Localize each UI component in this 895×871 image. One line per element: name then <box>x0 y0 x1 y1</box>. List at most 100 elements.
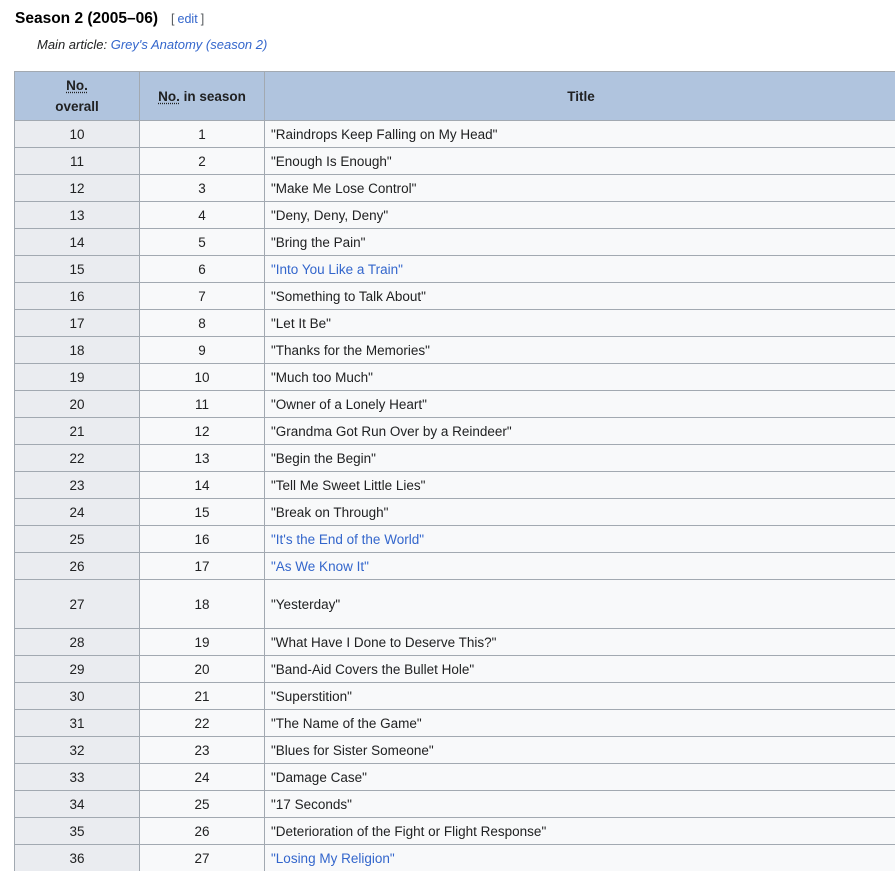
episode-number-overall: 20 <box>14 390 140 418</box>
section-heading-line: Season 2 (2005–06) [edit] <box>15 10 204 32</box>
table-row: 14 5 "Bring the Pain" <box>14 228 895 256</box>
episode-number-in-season: 21 <box>139 682 265 710</box>
table-row: 16 7 "Something to Talk About" <box>14 282 895 310</box>
edit-bracket-open: [ <box>171 12 175 26</box>
no-abbr-overall: No. <box>66 78 88 93</box>
episode-title-cell: "Something to Talk About" <box>264 282 895 310</box>
edit-section: [edit] <box>171 12 204 26</box>
episode-title: The Name of the Game <box>275 715 417 731</box>
episode-title: Losing My Religion <box>275 850 390 866</box>
episode-number-overall: 34 <box>14 790 140 818</box>
table-row: 22 13 "Begin the Begin" <box>14 444 895 472</box>
episode-title: Break on Through <box>275 504 384 520</box>
table-row: 11 2 "Enough Is Enough" <box>14 147 895 175</box>
episode-number-overall: 35 <box>14 817 140 845</box>
section-heading: Season 2 (2005–06) <box>15 10 159 27</box>
table-row: 35 26 "Deterioration of the Fight or Fligh… <box>14 817 895 845</box>
episode-number-overall: 10 <box>14 120 140 148</box>
episode-title-link[interactable]: "Losing My Religion" <box>271 851 395 866</box>
episode-title-cell: "Make Me Lose Control" <box>264 174 895 202</box>
episode-number-overall: 14 <box>14 228 140 256</box>
episode-title-link[interactable]: "It's the End of the World" <box>271 532 424 547</box>
episode-title: Superstition <box>275 688 348 704</box>
episode-title-cell: "Grandma Got Run Over by a Reindeer" <box>264 417 895 445</box>
episode-title-cell: "Begin the Begin" <box>264 444 895 472</box>
episode-number-in-season: 1 <box>139 120 265 148</box>
episode-title: Damage Case <box>275 769 363 785</box>
episode-number-in-season: 17 <box>139 552 265 580</box>
episode-number-overall: 32 <box>14 736 140 764</box>
table-header-row: No. overall No. in season Title <box>14 71 895 121</box>
table-row: 23 14 "Tell Me Sweet Little Lies" <box>14 471 895 499</box>
episode-number-in-season: 7 <box>139 282 265 310</box>
table-row: 30 21 "Superstition" <box>14 682 895 710</box>
episode-title-cell: "What Have I Done to Deserve This?" <box>264 628 895 656</box>
episode-number-overall: 12 <box>14 174 140 202</box>
episode-number-overall: 16 <box>14 282 140 310</box>
table-row: 36 27 "Losing My Religion" <box>14 844 895 871</box>
episode-title-cell: "Enough Is Enough" <box>264 147 895 175</box>
episode-title-link[interactable]: "Into You Like a Train" <box>271 262 403 277</box>
episode-title: Begin the Begin <box>275 450 372 466</box>
episode-title-cell: "Bring the Pain" <box>264 228 895 256</box>
episode-table: No. overall No. in season Title 10 1 "Rain… <box>14 71 895 871</box>
episode-number-overall: 23 <box>14 471 140 499</box>
episode-title: Band-Aid Covers the Bullet Hole <box>275 661 470 677</box>
table-row: 21 12 "Grandma Got Run Over by a Reindeer" <box>14 417 895 445</box>
episode-number-in-season: 11 <box>139 390 265 418</box>
episode-title: Tell Me Sweet Little Lies <box>275 477 421 493</box>
header-no-overall: No. overall <box>14 71 140 121</box>
table-row: 34 25 "17 Seconds" <box>14 790 895 818</box>
episode-number-overall: 33 <box>14 763 140 791</box>
edit-section-link[interactable]: edit <box>175 12 201 26</box>
episode-number-in-season: 20 <box>139 655 265 683</box>
table-row: 24 15 "Break on Through" <box>14 498 895 526</box>
table-row: 27 18 "Yesterday" <box>14 579 895 629</box>
episode-number-in-season: 12 <box>139 417 265 445</box>
header-no-in-season: No. in season <box>139 71 265 121</box>
episode-title-cell: "Much too Much" <box>264 363 895 391</box>
episode-title-cell: "Yesterday" <box>264 579 895 629</box>
episode-title-cell: "Tell Me Sweet Little Lies" <box>264 471 895 499</box>
episode-number-overall: 30 <box>14 682 140 710</box>
episode-title: Thanks for the Memories <box>275 342 426 358</box>
episode-title-cell: "Superstition" <box>264 682 895 710</box>
episode-title: What Have I Done to Deserve This? <box>275 634 492 650</box>
page: Season 2 (2005–06) [edit] Main article: … <box>0 0 895 871</box>
episode-title: Deny, Deny, Deny <box>275 207 384 223</box>
episode-number-overall: 27 <box>14 579 140 629</box>
table-row: 29 20 "Band-Aid Covers the Bullet Hole" <box>14 655 895 683</box>
episode-title: As We Know It <box>275 558 365 574</box>
episode-number-in-season: 4 <box>139 201 265 229</box>
episode-number-in-season: 18 <box>139 579 265 629</box>
main-article-link[interactable]: Grey's Anatomy (season 2) <box>111 37 268 52</box>
episode-title: It's the End of the World <box>275 531 420 547</box>
episode-title-cell: "It's the End of the World" <box>264 525 895 553</box>
no-abbr-season: No. <box>158 88 180 104</box>
episode-number-in-season: 5 <box>139 228 265 256</box>
episode-title-link[interactable]: "As We Know It" <box>271 559 369 574</box>
episode-title: 17 Seconds <box>275 796 348 812</box>
episode-title: Blues for Sister Someone <box>275 742 429 758</box>
episode-title: Raindrops Keep Falling on My Head <box>275 126 493 142</box>
episode-number-in-season: 22 <box>139 709 265 737</box>
table-row: 12 3 "Make Me Lose Control" <box>14 174 895 202</box>
episode-number-overall: 29 <box>14 655 140 683</box>
episode-title-cell: "The Name of the Game" <box>264 709 895 737</box>
episode-number-overall: 36 <box>14 844 140 871</box>
episode-title: Bring the Pain <box>275 234 361 250</box>
episode-number-overall: 24 <box>14 498 140 526</box>
episode-number-overall: 19 <box>14 363 140 391</box>
episode-title-cell: "Deny, Deny, Deny" <box>264 201 895 229</box>
episode-number-overall: 22 <box>14 444 140 472</box>
episode-number-overall: 31 <box>14 709 140 737</box>
episode-title-cell: "Break on Through" <box>264 498 895 526</box>
episode-number-overall: 18 <box>14 336 140 364</box>
table-row: 31 22 "The Name of the Game" <box>14 709 895 737</box>
episode-title: Much too Much <box>275 369 369 385</box>
table-row: 26 17 "As We Know It" <box>14 552 895 580</box>
episode-number-in-season: 10 <box>139 363 265 391</box>
episode-title: Let It Be <box>275 315 327 331</box>
episode-number-in-season: 6 <box>139 255 265 283</box>
episode-title: Yesterday <box>275 596 336 612</box>
